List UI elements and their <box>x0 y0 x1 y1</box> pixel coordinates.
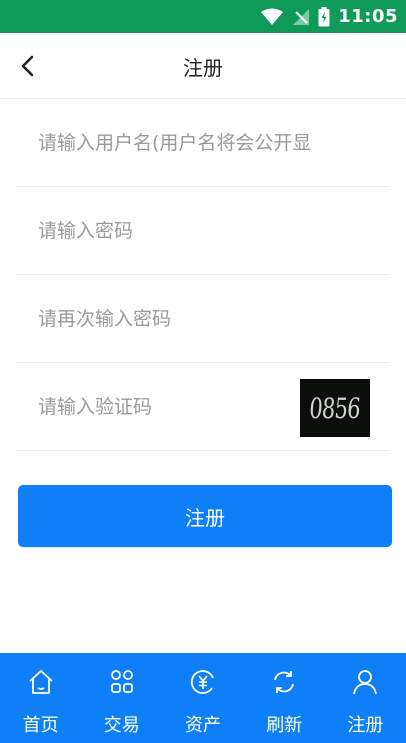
tab-assets-label: 资产 <box>185 715 221 736</box>
bottom-tab-bar: 首页 交易 资产 刷新 注册 <box>0 653 406 743</box>
yen-coin-icon <box>188 667 218 697</box>
status-bar: 11:05 <box>0 0 406 33</box>
tab-assets[interactable]: 资产 <box>162 653 243 743</box>
captcha-input[interactable] <box>38 363 288 451</box>
confirm-password-row <box>16 275 390 363</box>
password-row <box>16 187 390 275</box>
username-row <box>16 99 390 187</box>
status-time: 11:05 <box>338 6 398 27</box>
captcha-image[interactable]: 0856 <box>300 379 370 437</box>
page-title: 注册 <box>183 55 223 80</box>
password-input[interactable] <box>38 187 378 275</box>
tab-trade[interactable]: 交易 <box>81 653 162 743</box>
tab-trade-label: 交易 <box>103 715 140 736</box>
confirm-password-input[interactable] <box>38 275 378 363</box>
signal-icon <box>292 8 310 26</box>
tab-refresh-label: 刷新 <box>266 715 303 736</box>
user-icon <box>350 667 380 697</box>
captcha-text: 0856 <box>308 391 362 425</box>
grid-icon <box>107 667 137 697</box>
register-form: 0856 <box>0 99 406 451</box>
register-button[interactable]: 注册 <box>18 485 392 547</box>
tab-home-label: 首页 <box>22 715 59 736</box>
battery-icon <box>318 6 330 27</box>
tab-register[interactable]: 注册 <box>325 653 406 743</box>
tab-refresh[interactable]: 刷新 <box>244 653 325 743</box>
tab-home[interactable]: 首页 <box>0 653 81 743</box>
username-input[interactable] <box>38 99 378 187</box>
header: 注册 <box>0 33 406 99</box>
wifi-icon <box>260 8 284 26</box>
tab-register-label: 注册 <box>347 715 384 736</box>
refresh-icon <box>269 667 299 697</box>
captcha-row: 0856 <box>16 363 390 451</box>
home-icon <box>26 667 56 697</box>
